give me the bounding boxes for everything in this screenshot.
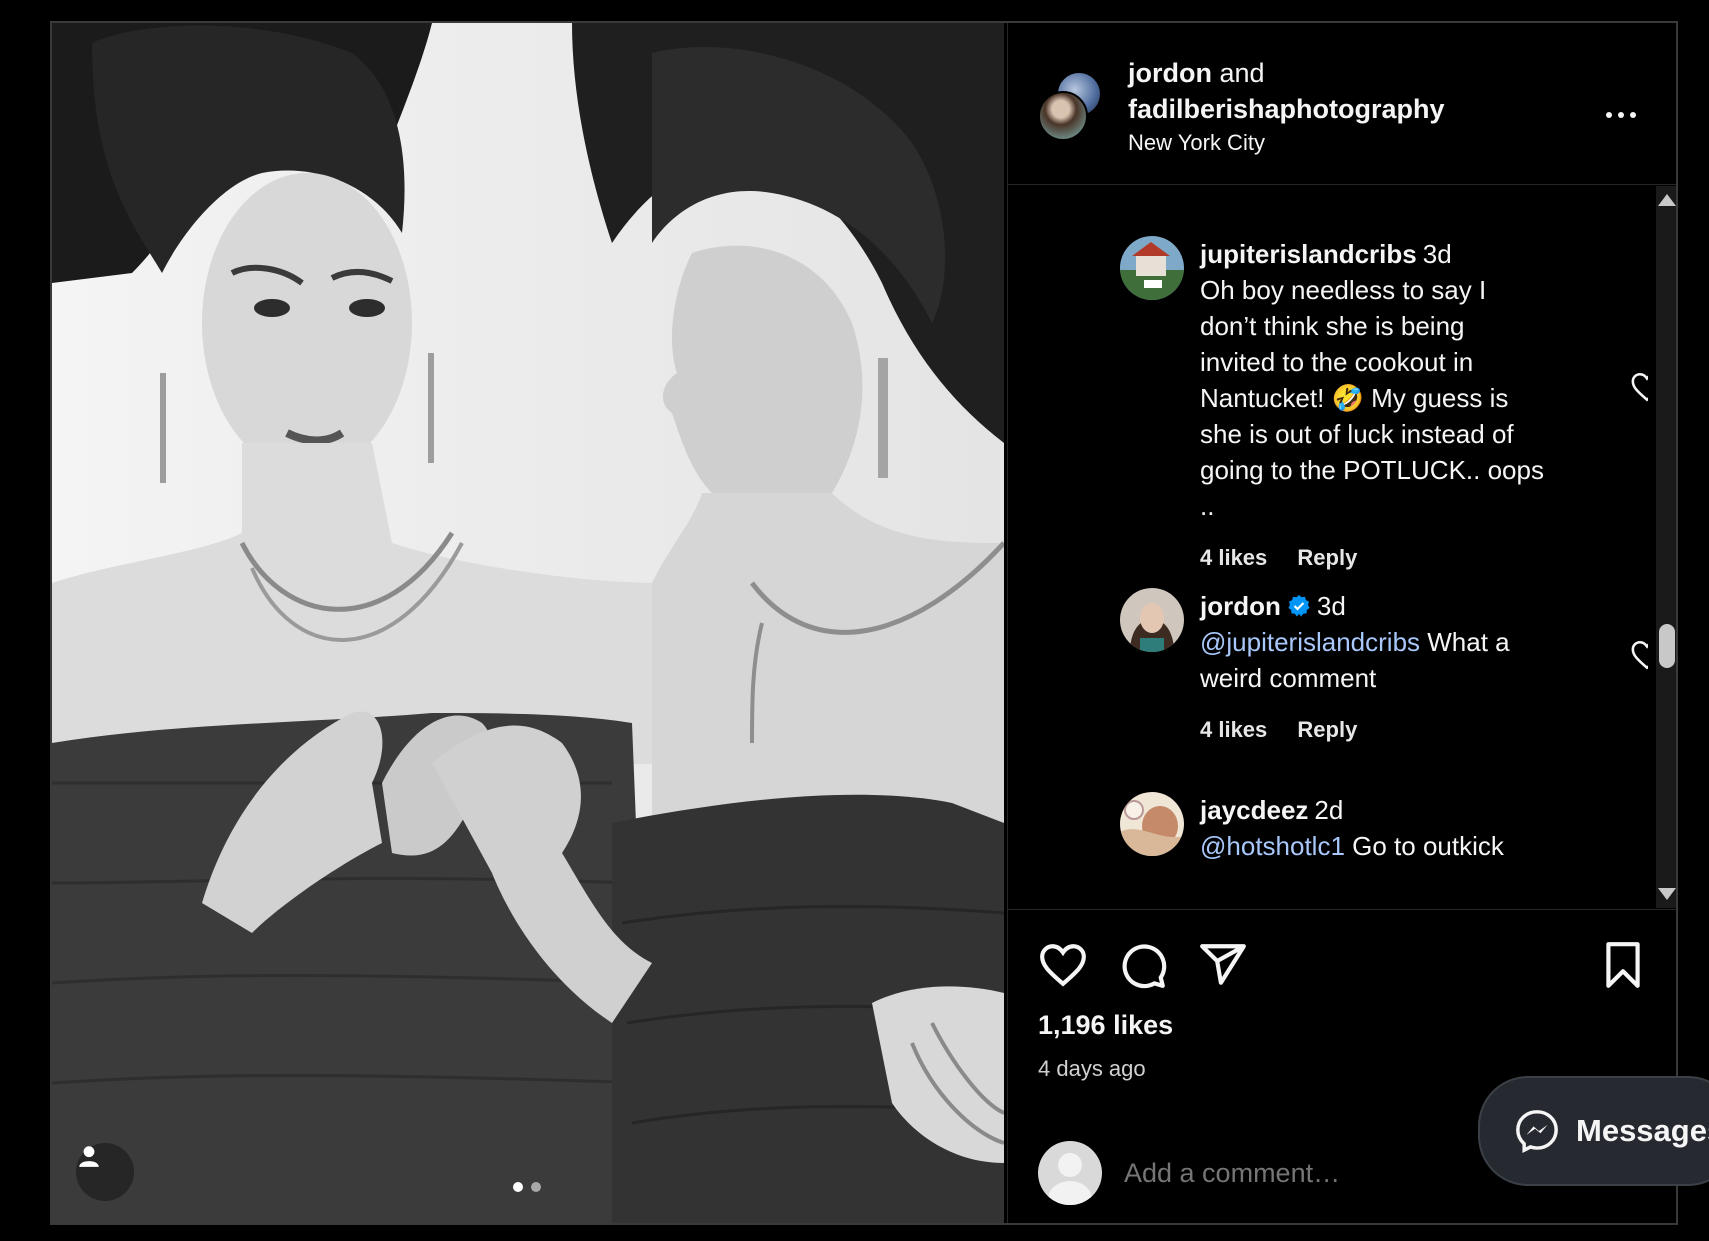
- comment-icon[interactable]: [1118, 940, 1168, 990]
- verified-badge-icon: [1288, 595, 1310, 617]
- comment-username[interactable]: jaycdeez: [1200, 795, 1308, 825]
- user-tag-button[interactable]: [76, 1143, 134, 1201]
- comment-like-heart-icon[interactable]: [1630, 638, 1648, 672]
- comment-input[interactable]: [1124, 1157, 1444, 1189]
- comment-text-line: going to the POTLUCK.. oops: [1200, 455, 1544, 485]
- more-icon: [1606, 112, 1612, 118]
- carousel-dot-active: [513, 1182, 523, 1192]
- post-timestamp[interactable]: 4 days ago: [1038, 1056, 1146, 1082]
- carousel-dot: [531, 1182, 541, 1192]
- comment-avatar-jupiterislandcribs[interactable]: [1120, 236, 1184, 300]
- comment-time[interactable]: 3d: [1317, 591, 1346, 621]
- comment-body: jaycdeez 2d @hotshotlc1 Go to outkick: [1200, 792, 1580, 864]
- post-photo[interactable]: [52, 23, 1004, 1223]
- comment-text-line: weird comment: [1200, 663, 1377, 693]
- post-header: jordon and fadilberishaphotography New Y…: [1008, 23, 1676, 185]
- comment-likes[interactable]: 4 likes: [1200, 545, 1267, 570]
- comment-mention-link[interactable]: @jupiterislandcribs: [1200, 627, 1420, 657]
- author-avatars[interactable]: [1038, 71, 1108, 141]
- comment-avatar-jaycdeez[interactable]: [1120, 792, 1184, 856]
- comment-mention-link[interactable]: @hotshotlc1: [1200, 831, 1345, 861]
- bookmark-icon[interactable]: [1598, 940, 1648, 990]
- messenger-icon: [1516, 1110, 1558, 1153]
- comment-text-line: Nantucket! 🤣 My guess is: [1200, 383, 1509, 413]
- post-authors: jordon and fadilberishaphotography New Y…: [1128, 55, 1445, 159]
- comment-text-line: don’t think she is being: [1200, 311, 1465, 341]
- comment-text: Go to outkick: [1344, 831, 1504, 861]
- comment-like-heart-icon[interactable]: [1630, 370, 1648, 404]
- avatar-image: [1120, 236, 1184, 300]
- photo-illustration: [52, 23, 1004, 1223]
- comment-avatar-jordon[interactable]: [1120, 588, 1184, 652]
- share-icon[interactable]: [1198, 940, 1248, 990]
- carousel-dots: [513, 1182, 541, 1192]
- comment-reply-button[interactable]: Reply: [1297, 545, 1357, 570]
- location-link[interactable]: New York City: [1128, 127, 1445, 159]
- comments-list[interactable]: · · · jupiterislandcribs3d: [1008, 186, 1648, 908]
- messages-label: Messages: [1576, 1113, 1709, 1148]
- messages-button[interactable]: Messages: [1478, 1076, 1709, 1186]
- post-dialog: jordon and fadilberishaphotography New Y…: [50, 21, 1678, 1225]
- author-link-fadilberishaphotography[interactable]: fadilberishaphotography: [1128, 94, 1445, 124]
- comment-body: jordon 3d @jupiterislandcribs What a wei…: [1200, 588, 1580, 748]
- comment-text-line: ..: [1200, 491, 1215, 521]
- comment-reply-button[interactable]: Reply: [1297, 717, 1357, 742]
- heart-icon[interactable]: [1038, 940, 1088, 990]
- comment-username[interactable]: jupiterislandcribs: [1200, 239, 1417, 269]
- scrollbar-thumb[interactable]: [1659, 624, 1675, 668]
- author-link-jordon[interactable]: jordon: [1128, 58, 1212, 88]
- comment-username[interactable]: jordon: [1200, 591, 1281, 621]
- comment-meta: 4 likes Reply: [1200, 540, 1580, 576]
- comment-time[interactable]: 3d: [1423, 239, 1452, 269]
- avatar-image: [1120, 792, 1184, 856]
- scroll-down-arrow-icon[interactable]: [1658, 888, 1676, 900]
- author-conjunction: and: [1219, 58, 1265, 88]
- comments-scrollbar[interactable]: [1656, 186, 1676, 908]
- comment-body: jupiterislandcribs 3d Oh boy needless to …: [1200, 236, 1580, 576]
- scroll-up-arrow-icon[interactable]: [1658, 194, 1676, 206]
- comment-text-line: she is out of luck instead of: [1200, 419, 1514, 449]
- user-tag-icon: [79, 1146, 99, 1167]
- more-options-button[interactable]: [1601, 103, 1641, 127]
- likes-count[interactable]: 1,196 likes: [1038, 1010, 1173, 1041]
- avatar-jordon[interactable]: [1038, 91, 1088, 141]
- comment-text: What a: [1420, 627, 1510, 657]
- current-user-avatar: [1038, 1141, 1102, 1205]
- comment-likes[interactable]: 4 likes: [1200, 717, 1267, 742]
- post-side-panel: jordon and fadilberishaphotography New Y…: [1007, 23, 1676, 1223]
- comment-text-line: invited to the cookout in: [1200, 347, 1474, 377]
- comment-time[interactable]: 2d: [1314, 795, 1343, 825]
- comment-text-line: Oh boy needless to say I: [1200, 275, 1487, 305]
- comment-meta: 4 likes Reply: [1200, 712, 1580, 748]
- avatar-image: [1120, 588, 1184, 652]
- previous-comment-clipped: · · ·: [1193, 186, 1230, 196]
